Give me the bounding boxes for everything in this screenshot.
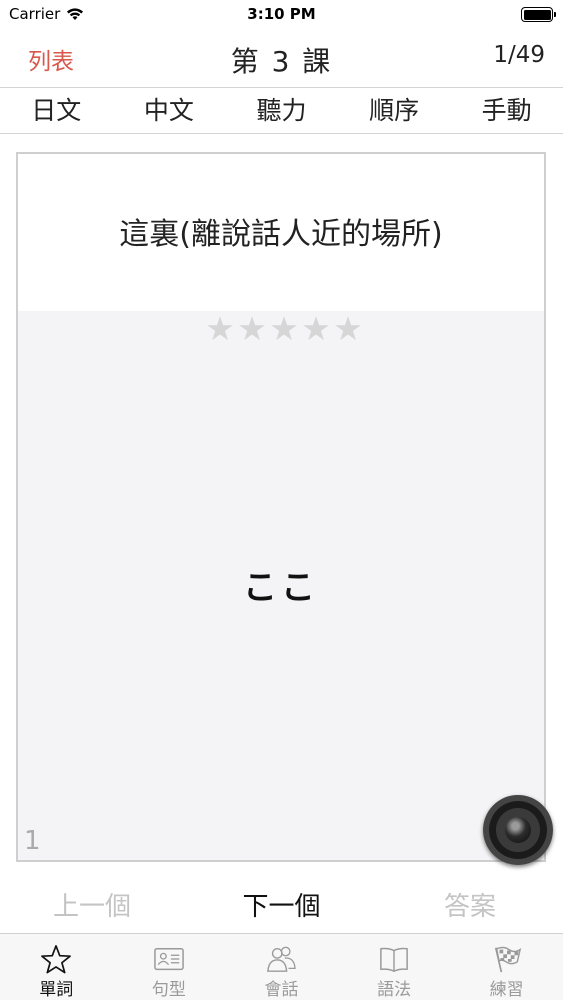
speaker-button[interactable] [483, 795, 553, 865]
card-meaning-panel: 這裏(離說話人近的場所) [18, 154, 544, 311]
tab-label: 語法 [377, 980, 412, 1000]
tab-sentence-patterns[interactable]: 句型 [113, 934, 226, 1000]
tab-conversation[interactable]: 會話 [225, 934, 338, 1000]
card-meaning: 這裏(離說話人近的場所) [119, 217, 443, 252]
speaker-icon [505, 817, 531, 843]
card-word: ここ [243, 568, 319, 608]
tab-label: 練習 [489, 980, 524, 1000]
star-icon[interactable]: ★ [300, 311, 332, 347]
mode-order[interactable]: 順序 [338, 88, 451, 133]
card-index: 1 [24, 826, 41, 856]
star-rating[interactable]: ★ ★ ★ ★ ★ [204, 311, 364, 347]
mode-manual[interactable]: 手動 [450, 88, 563, 133]
book-icon [380, 947, 408, 972]
flashcard[interactable]: 這裏(離說話人近的場所) ★ ★ ★ ★ ★ ここ 1 [16, 152, 546, 862]
status-time: 3:10 PM [247, 5, 316, 23]
tab-vocabulary[interactable]: 單詞 [0, 934, 113, 1000]
id-card-icon [154, 947, 184, 971]
mode-selector: 日文 中文 聽力 順序 手動 [0, 87, 563, 134]
mode-japanese[interactable]: 日文 [0, 88, 113, 133]
star-icon[interactable]: ★ [332, 311, 364, 347]
progress-counter: 1/49 [493, 42, 545, 68]
star-icon[interactable]: ★ [236, 311, 268, 347]
tab-bar: 單詞 句型 會話 語法 練習 [0, 933, 563, 1000]
star-icon [41, 945, 72, 974]
tab-label: 單詞 [39, 980, 74, 1000]
tab-grammar[interactable]: 語法 [338, 934, 451, 1000]
tab-practice[interactable]: 練習 [450, 934, 563, 1000]
mode-chinese[interactable]: 中文 [113, 88, 226, 133]
people-icon [267, 946, 297, 972]
checkered-flag-icon [494, 946, 521, 973]
nav-bar: 列表 第 3 課 1/49 [0, 30, 563, 86]
battery-icon [521, 7, 556, 22]
star-icon[interactable]: ★ [268, 311, 300, 347]
tab-label: 句型 [151, 980, 186, 1000]
page-title: 第 3 課 [230, 45, 333, 78]
tab-label: 會話 [264, 980, 299, 1000]
card-actions: 上一個 下一個 答案 [0, 880, 563, 926]
star-icon[interactable]: ★ [204, 311, 236, 347]
mode-listening[interactable]: 聽力 [225, 88, 338, 133]
status-bar: Carrier 3:10 PM [0, 0, 563, 30]
answer-button[interactable]: 答案 [444, 886, 496, 923]
